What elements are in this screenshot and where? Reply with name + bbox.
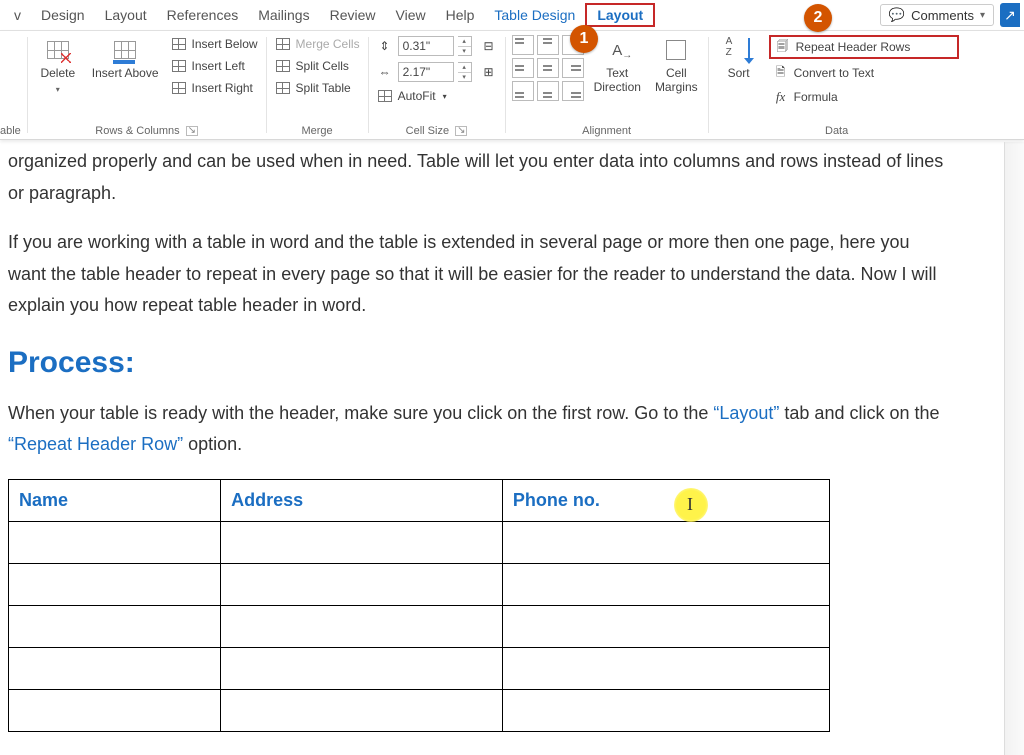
tab-prev[interactable]: v [4,3,31,27]
group-alignment: A→ TextDirection CellMargins Alignment [506,31,708,139]
table-row[interactable] [9,647,830,689]
convert-to-text-icon: 🗎 [773,65,789,81]
row-height-icon: ⇕ [377,38,393,54]
insert-right-button[interactable]: Insert Right [169,79,260,97]
col-width-input[interactable]: 2.17" [398,62,454,82]
sort-button[interactable]: Sort [715,35,763,83]
merge-cells-icon [276,38,290,50]
split-table-icon [276,82,290,94]
align-bot-right[interactable] [562,81,584,101]
group-merge: Merge Cells Split Cells Split Table Merg… [267,31,368,139]
group-label-rows-columns: Rows & Columns [95,125,179,137]
table-row[interactable] [9,563,830,605]
callout-badge-1: 1 [570,25,598,53]
group-data: Sort 🗐 Repeat Header Rows 🗎 Convert to T… [709,31,965,139]
callout-badge-2: 2 [804,4,832,32]
tab-mailings[interactable]: Mailings [248,3,319,27]
text-direction-button[interactable]: A→ TextDirection [590,35,645,97]
doc-heading-process[interactable]: Process: [8,346,1014,380]
tab-design[interactable]: Design [31,3,95,27]
insert-left-button[interactable]: Insert Left [169,57,260,75]
share-icon: ↗ [1004,7,1016,24]
ribbon: able Delete ▾ Insert Above Insert Below [0,30,1024,140]
chevron-down-icon: ▾ [56,85,60,94]
tab-table-design[interactable]: Table Design [484,3,585,27]
repeat-header-text-link: “Repeat Header Row” [8,434,183,454]
text-cursor-icon: I [687,494,693,515]
tab-review[interactable]: Review [320,3,386,27]
autofit-button[interactable]: AutoFit ▾ [375,87,499,105]
autofit-icon [378,90,392,102]
tab-help[interactable]: Help [436,3,485,27]
formula-icon: fx [773,89,789,105]
th-phone[interactable]: Phone no. [502,479,829,521]
table-row[interactable] [9,521,830,563]
text-direction-icon: A→ [612,42,622,59]
table-row[interactable] [9,605,830,647]
insert-above-button[interactable]: Insert Above [88,35,163,83]
row-height-input[interactable]: 0.31" [398,36,454,56]
doc-paragraph[interactable]: When your table is ready with the header… [8,398,948,461]
cell-margins-icon [666,40,686,60]
align-mid-center[interactable] [537,58,559,78]
split-table-button[interactable]: Split Table [273,79,362,97]
table-row[interactable] [9,689,830,731]
share-button[interactable]: ↗ [1000,3,1020,27]
group-label-alignment: Alignment [582,123,631,137]
row-height-spinner[interactable]: ▴▾ [458,36,472,56]
col-width-icon: ⇔ [377,64,393,80]
group-cell-size: ⇕ 0.31" ▴▾ ⊟ ⇔ 2.17" ▴▾ ⊞ [369,31,505,139]
sort-icon [726,36,752,64]
chevron-down-icon: ▾ [980,10,985,21]
cell-margins-button[interactable]: CellMargins [651,35,702,97]
split-cells-icon [276,60,290,72]
split-cells-button[interactable]: Split Cells [273,57,362,75]
comment-icon: 💬 [889,7,905,23]
insert-below-icon [172,38,186,50]
doc-paragraph[interactable]: If you are working with a table in word … [8,227,948,322]
th-address[interactable]: Address [221,479,503,521]
tab-references[interactable]: References [157,3,249,27]
repeat-header-rows-icon: 🗐 [775,39,791,55]
merge-cells-button[interactable]: Merge Cells [273,35,362,53]
insert-left-icon [172,60,186,72]
insert-right-icon [172,82,186,94]
align-top-left[interactable] [512,35,534,55]
sample-table[interactable]: Name Address Phone no. [8,479,830,732]
insert-above-icon [114,41,136,59]
align-mid-left[interactable] [512,58,534,78]
insert-below-button[interactable]: Insert Below [169,35,260,53]
convert-to-text-button[interactable]: 🗎 Convert to Text [769,63,959,83]
group-label-merge: Merge [301,123,332,137]
align-top-center[interactable] [537,35,559,55]
delete-table-icon [47,41,69,59]
comments-label: Comments [911,8,974,23]
th-name[interactable]: Name [9,479,221,521]
ribbon-tab-bar: v Design Layout References Mailings Revi… [0,0,1024,30]
group-rows-columns: Delete ▾ Insert Above Insert Below Inser… [28,31,266,139]
align-bot-center[interactable] [537,81,559,101]
group-label-table: able [0,123,21,137]
tab-table-layout[interactable]: Layout [585,3,655,27]
group-label-cell-size: Cell Size [406,125,449,137]
dialog-launcher-icon[interactable]: ↘ [186,126,198,136]
delete-button[interactable]: Delete ▾ [34,35,82,96]
doc-paragraph[interactable]: organized properly and can be used when … [8,146,948,209]
comments-button[interactable]: 💬 Comments ▾ [880,4,994,26]
chevron-down-icon: ▾ [443,92,447,101]
group-label-data: Data [825,123,848,137]
repeat-header-rows-button[interactable]: 🗐 Repeat Header Rows [769,35,959,59]
distribute-cols-icon[interactable]: ⊞ [481,64,497,80]
align-mid-right[interactable] [562,58,584,78]
formula-button[interactable]: fx Formula [769,87,959,107]
distribute-rows-icon[interactable]: ⊟ [481,38,497,54]
dialog-launcher-icon[interactable]: ↘ [455,126,467,136]
col-width-spinner[interactable]: ▴▾ [458,62,472,82]
align-bot-left[interactable] [512,81,534,101]
tab-layout-page[interactable]: Layout [95,3,157,27]
document-surface[interactable]: organized properly and can be used when … [0,140,1024,732]
tab-view[interactable]: View [386,3,436,27]
layout-text-link: “Layout” [713,403,779,423]
